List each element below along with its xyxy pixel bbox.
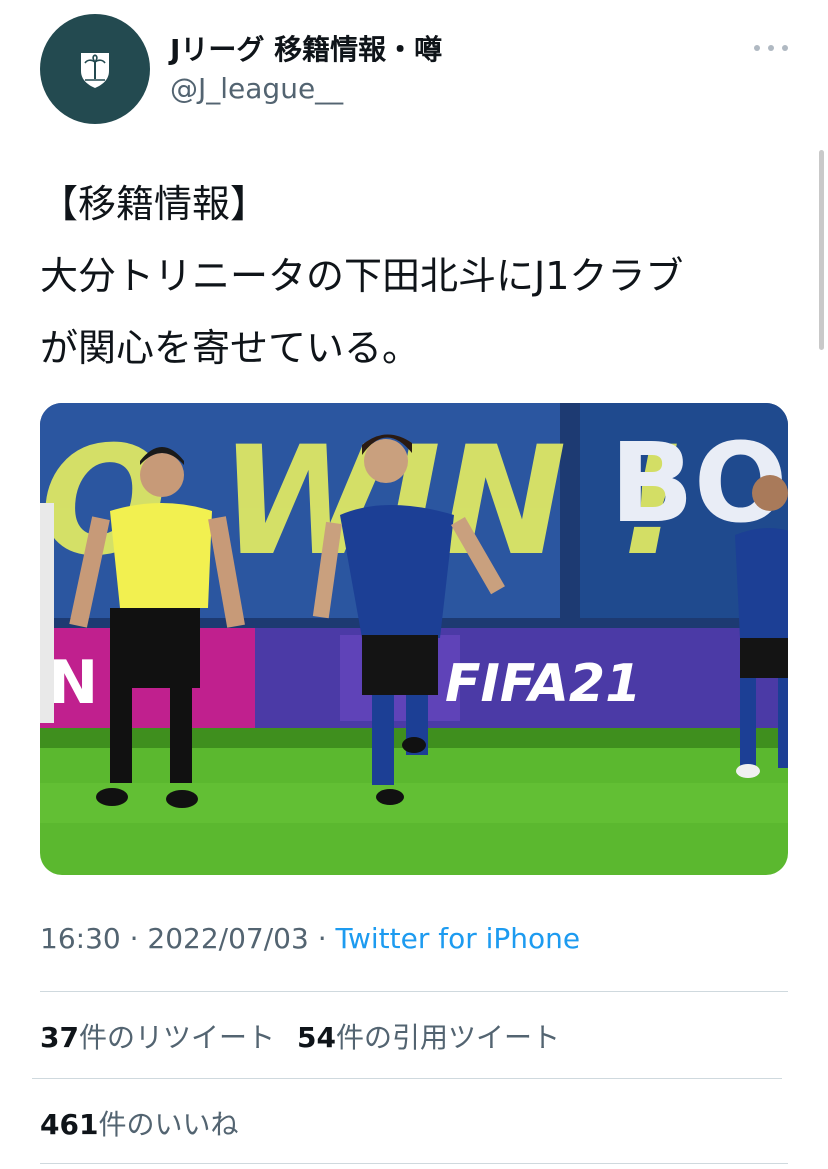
tweet-source-link[interactable]: Twitter for iPhone xyxy=(336,922,581,955)
stats-row: 37件のリツイート 54件の引用ツイート xyxy=(40,1016,560,1056)
likes-stat[interactable]: 461件のいいね xyxy=(40,1103,238,1143)
retweets-label: 件のリツイート xyxy=(78,1021,275,1054)
tweet-meta: 16:30 · 2022/07/03 · Twitter for iPhone xyxy=(40,922,580,955)
tweet-line-1: 【移籍情報】 xyxy=(40,182,269,226)
divider xyxy=(40,991,788,992)
likes-count: 461 xyxy=(40,1108,99,1141)
tweet-photo[interactable]: O WIN ! BO N FIFA21 xyxy=(40,403,788,875)
divider xyxy=(40,1163,788,1164)
divider xyxy=(32,1078,782,1079)
board-text-left: N xyxy=(48,648,98,718)
edge-player-figure xyxy=(40,503,54,723)
tweet-date: 2022/07/03 xyxy=(147,922,309,955)
author-handle[interactable]: @J_league__ xyxy=(170,72,343,105)
quotes-stat[interactable]: 54件の引用ツイート xyxy=(297,1021,560,1054)
tweet-line-2: 大分トリニータの下田北斗にJ1クラブ xyxy=(40,254,684,298)
likes-label: 件のいいね xyxy=(98,1108,239,1141)
tweet-detail-page: Jリーグ 移籍情報・噂 @J_league__ 【移籍情報】 大分トリニータの下… xyxy=(0,0,828,1169)
meta-separator: · xyxy=(120,922,148,955)
meta-separator: · xyxy=(308,922,336,955)
quotes-count: 54 xyxy=(296,1021,336,1054)
more-dots-icon[interactable] xyxy=(754,36,788,60)
board-text-fifa: FIFA21 xyxy=(445,654,641,714)
tweet-time: 16:30 xyxy=(40,922,121,955)
palm-crest-icon xyxy=(81,53,109,88)
tweet-text: 【移籍情報】 大分トリニータの下田北斗にJ1クラブ が関心を寄せている。 xyxy=(40,168,800,384)
author-name[interactable]: Jリーグ 移籍情報・噂 xyxy=(170,28,442,68)
quotes-label: 件の引用ツイート xyxy=(335,1021,560,1054)
photo-scene: O WIN ! BO N FIFA21 xyxy=(40,403,788,875)
retweets-stat[interactable]: 37件のリツイート xyxy=(40,1021,275,1054)
retweets-count: 37 xyxy=(40,1021,79,1054)
tweet-line-3: が関心を寄せている。 xyxy=(40,326,421,370)
scrollbar[interactable] xyxy=(819,150,824,350)
profile-avatar[interactable] xyxy=(40,14,150,124)
